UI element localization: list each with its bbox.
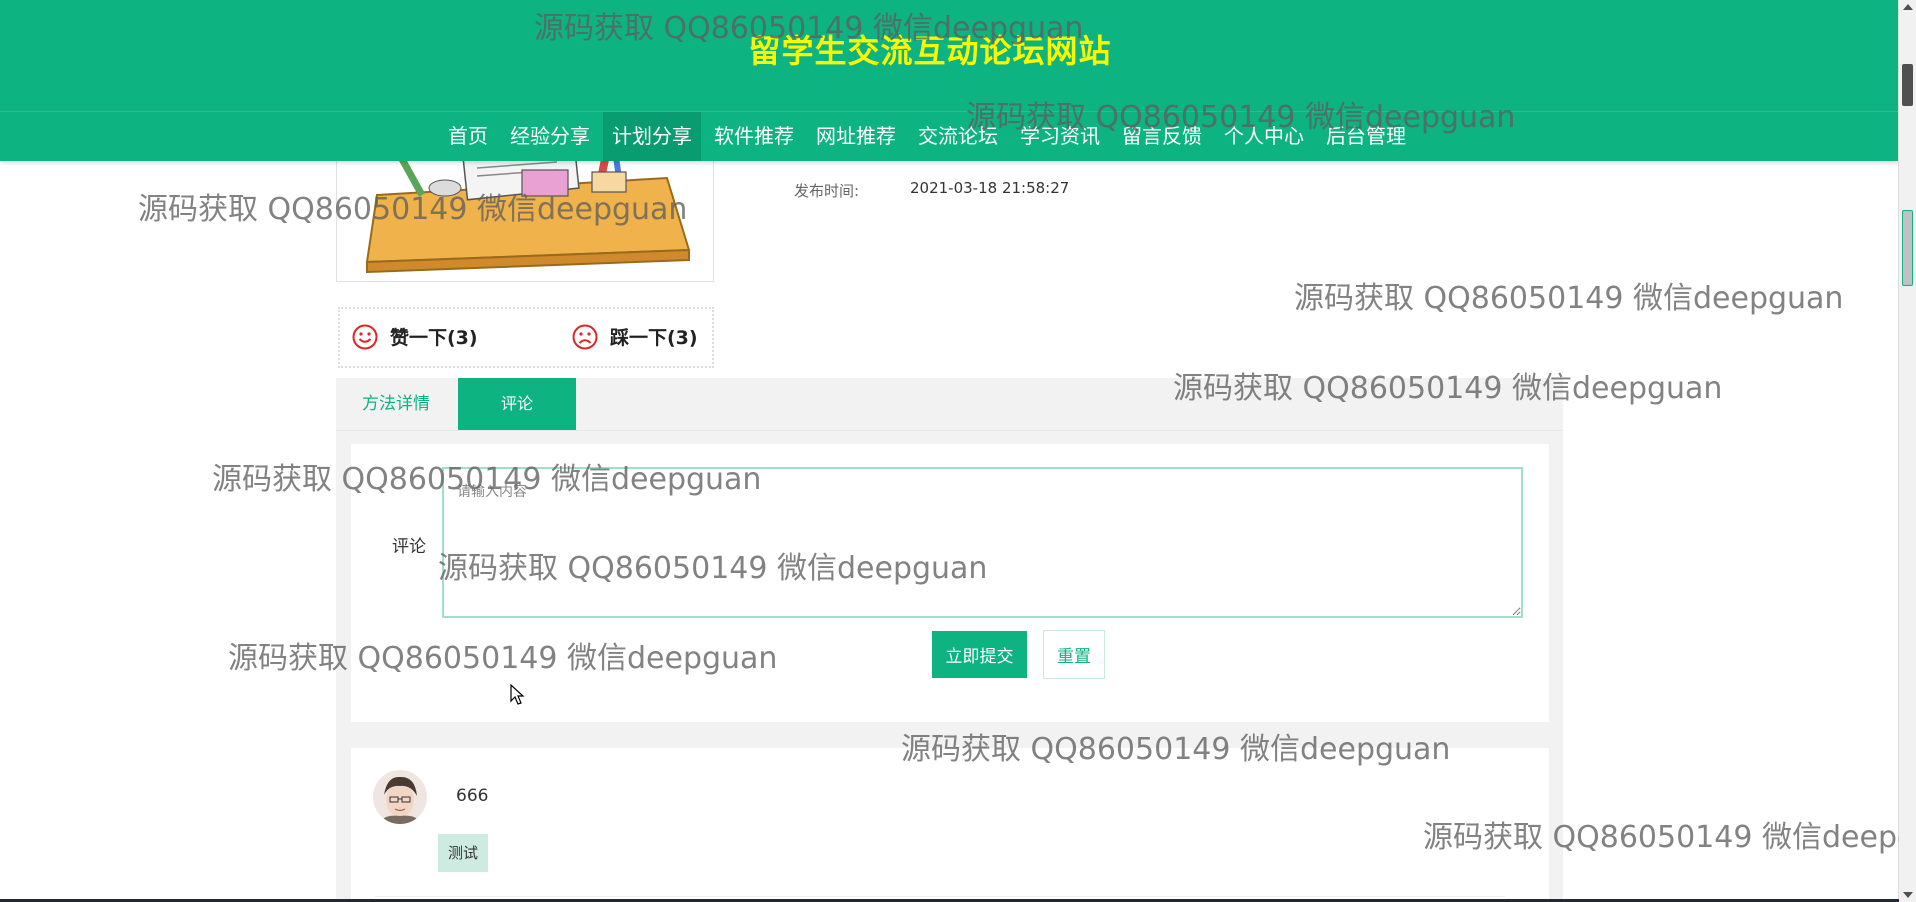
site-title: 留学生交流互动论坛网站 <box>748 32 1112 70</box>
site-header: 留学生交流互动论坛网站 首页 经验分享 计划分享 软件推荐 网址推荐 交流论坛 … <box>0 0 1899 161</box>
frown-icon <box>572 324 598 349</box>
dislike-button[interactable]: 踩一下(3) <box>572 323 698 350</box>
reset-button[interactable]: 重置 <box>1043 630 1105 679</box>
comment-textarea[interactable] <box>442 467 1523 618</box>
nav-item-admin[interactable]: 后台管理 <box>1317 112 1415 161</box>
scrollbar-thumb-secondary[interactable] <box>1902 210 1913 286</box>
like-button[interactable]: 赞一下(3) <box>352 323 478 350</box>
comment-divider <box>375 896 1505 897</box>
nav-item-forum[interactable]: 交流论坛 <box>909 112 1007 161</box>
detail-tabs: 方法详情 评论 <box>336 378 1563 431</box>
page-scrollbar[interactable] <box>1898 0 1916 902</box>
vote-box: 赞一下(3) 踩一下(3) <box>338 307 714 368</box>
publish-time-label: 发布时间: <box>794 182 860 200</box>
nav-item-plans[interactable]: 计划分享 <box>603 112 701 161</box>
like-label: 赞一下(3) <box>390 327 478 349</box>
cover-image <box>336 150 714 282</box>
submit-button[interactable]: 立即提交 <box>932 631 1027 678</box>
scroll-down-arrow-icon[interactable] <box>1903 892 1913 898</box>
comment-list-item <box>351 748 1549 902</box>
tab-comment[interactable]: 评论 <box>458 378 576 430</box>
nav-item-experience[interactable]: 经验分享 <box>501 112 599 161</box>
scroll-up-arrow-icon[interactable] <box>1903 4 1913 10</box>
nav-item-software[interactable]: 软件推荐 <box>705 112 803 161</box>
comment-field-label: 评论 <box>392 537 426 557</box>
nav-item-profile[interactable]: 个人中心 <box>1215 112 1313 161</box>
nav-item-websites[interactable]: 网址推荐 <box>807 112 905 161</box>
comment-content: 测试 <box>438 834 489 872</box>
dislike-label: 踩一下(3) <box>610 327 698 349</box>
watermark-text: 源码获取 QQ86050149 微信deepguan <box>1294 281 1844 316</box>
nav-item-feedback[interactable]: 留言反馈 <box>1113 112 1211 161</box>
smile-icon <box>352 324 378 349</box>
publish-time-value: 2021-03-18 21:58:27 <box>910 179 1070 197</box>
mouse-cursor-icon <box>510 684 525 705</box>
nav-item-news[interactable]: 学习资讯 <box>1011 112 1109 161</box>
comment-username: 666 <box>456 786 489 806</box>
tab-method-detail[interactable]: 方法详情 <box>336 378 456 430</box>
avatar <box>373 770 427 824</box>
scrollbar-thumb[interactable] <box>1902 64 1913 106</box>
nav-item-home[interactable]: 首页 <box>439 112 497 161</box>
main-nav: 首页 经验分享 计划分享 软件推荐 网址推荐 交流论坛 学习资讯 留言反馈 个人… <box>437 112 1417 161</box>
